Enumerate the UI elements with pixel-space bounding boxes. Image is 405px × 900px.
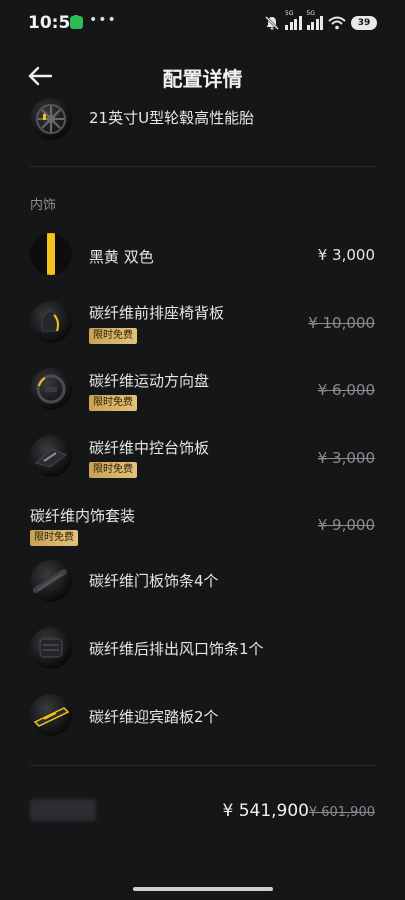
home-indicator[interactable]: [133, 887, 273, 891]
wifi-icon: [328, 16, 346, 30]
limited-free-badge: 限时免费: [89, 462, 137, 478]
sill-plate-thumbnail: [30, 694, 72, 736]
mute-icon: [265, 16, 279, 30]
list-item-price: ¥ 10,000: [308, 314, 375, 332]
list-item-label: 黑黄 双色: [89, 248, 154, 266]
status-bar: 10:51 ••• 5G 5G 39: [0, 0, 405, 48]
signal-5g-icon: 5G: [306, 10, 323, 30]
seat-back-thumbnail: [30, 301, 72, 343]
redacted-label: [30, 799, 96, 821]
status-icons: 5G 5G 39: [264, 10, 377, 33]
signal-5g-icon: 5G: [285, 10, 302, 30]
wechat-icon: [70, 16, 83, 29]
divider: [30, 765, 375, 766]
list-item-label: 碳纤维运动方向盘: [89, 372, 210, 390]
more-dots-icon: •••: [89, 12, 117, 28]
list-item-label: 碳纤维迎宾踏板2个: [89, 708, 219, 726]
list-item-label: 碳纤维中控台饰板: [89, 439, 210, 457]
list-item-label: 碳纤维门板饰条4个: [89, 572, 219, 590]
wheel-thumbnail: [30, 98, 72, 140]
list-item-price: ¥ 3,000: [317, 449, 375, 467]
section-title-interior: 内饰: [30, 198, 57, 213]
color-swatch-thumbnail: [30, 233, 72, 275]
package-price: ¥ 9,000: [317, 516, 375, 534]
console-trim-thumbnail: [30, 435, 72, 477]
list-item-price: ¥ 6,000: [317, 381, 375, 399]
door-trim-thumbnail: [30, 560, 72, 602]
limited-free-badge: 限时免费: [89, 328, 137, 344]
steering-wheel-thumbnail: [30, 368, 72, 410]
limited-free-badge: 限时免费: [89, 395, 137, 411]
list-item-label: 碳纤维前排座椅背板: [89, 304, 225, 322]
package-title: 碳纤维内饰套装: [30, 507, 136, 525]
screen: 10:51 ••• 5G 5G 39 配置详情 21英寸U型轮毂高性能胎 内饰 …: [0, 0, 405, 900]
divider: [30, 166, 375, 167]
original-total-price: ¥ 601,900: [308, 805, 375, 820]
list-item-label: 碳纤维后排出风口饰条1个: [89, 640, 264, 658]
wheel-label: 21英寸U型轮毂高性能胎: [89, 109, 255, 127]
rear-vent-thumbnail: [30, 627, 72, 669]
list-item-price: ¥ 3,000: [317, 246, 375, 264]
battery-icon: 39: [351, 16, 377, 30]
limited-free-badge: 限时免费: [30, 530, 78, 546]
page-title: 配置详情: [162, 67, 243, 91]
total-price: ¥ 541,900: [222, 801, 309, 821]
